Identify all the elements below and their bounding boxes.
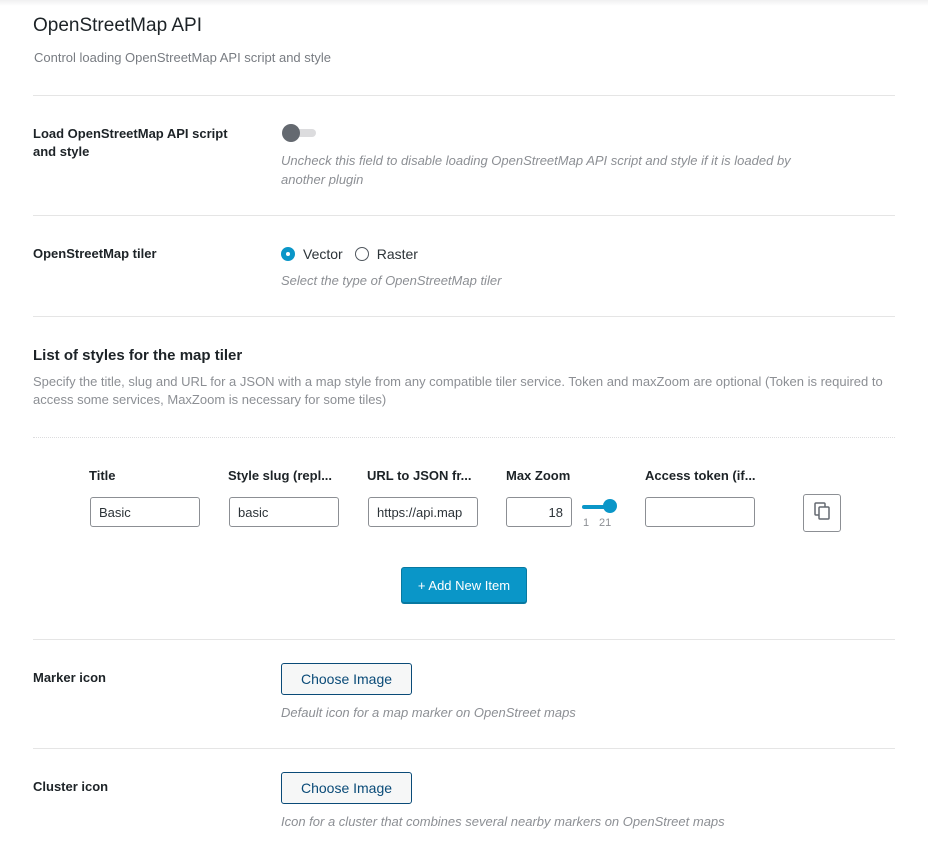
divider <box>33 639 895 640</box>
marker-icon-label: Marker icon <box>33 670 106 685</box>
access-token-input[interactable] <box>645 497 755 527</box>
max-zoom-input[interactable] <box>506 497 572 527</box>
divider <box>33 316 895 317</box>
radio-raster-label[interactable]: Raster <box>377 246 418 262</box>
divider <box>33 95 895 96</box>
page-title: OpenStreetMap API <box>33 15 202 36</box>
styles-section-title: List of styles for the map tiler <box>33 347 243 364</box>
slider-thumb[interactable] <box>603 499 617 513</box>
tiler-label: OpenStreetMap tiler <box>33 246 157 261</box>
column-header-max-zoom: Max Zoom <box>506 468 571 483</box>
top-shadow <box>0 0 928 6</box>
marker-icon-help: Default icon for a map marker on OpenStr… <box>281 705 576 720</box>
column-header-url: URL to JSON fr... <box>367 468 472 483</box>
radio-vector-label[interactable]: Vector <box>303 246 343 262</box>
tiler-help: Select the type of OpenStreetMap tiler <box>281 273 502 288</box>
cluster-icon-help: Icon for a cluster that combines several… <box>281 814 725 829</box>
title-input[interactable] <box>90 497 200 527</box>
load-api-label: Load OpenStreetMap API script and style <box>33 126 228 159</box>
column-header-slug: Style slug (repl... <box>228 468 333 483</box>
add-new-item-button[interactable]: + Add New Item <box>401 567 527 603</box>
load-api-help: Uncheck this field to disable loading Op… <box>281 153 791 187</box>
radio-raster[interactable] <box>354 247 369 261</box>
copy-item-button[interactable] <box>803 494 841 532</box>
slider-min-label: 1 <box>583 517 590 529</box>
column-header-title: Title <box>89 468 116 483</box>
divider <box>33 215 895 216</box>
column-header-access-token: Access token (if... <box>645 468 756 483</box>
page-description: Control loading OpenStreetMap API script… <box>34 50 331 65</box>
divider <box>33 748 895 749</box>
slug-input[interactable] <box>229 497 339 527</box>
styles-section-description: Specify the title, slug and URL for a JS… <box>33 374 883 407</box>
cluster-choose-image-button[interactable]: Choose Image <box>281 772 412 804</box>
radio-vector[interactable] <box>281 247 295 261</box>
marker-choose-image-button[interactable]: Choose Image <box>281 663 412 695</box>
cluster-icon-label: Cluster icon <box>33 779 109 794</box>
slider-max-label: 21 <box>599 517 612 529</box>
tiler-radio-group: Vector Raster <box>281 246 430 262</box>
toggle-knob <box>282 124 300 142</box>
load-api-toggle[interactable] <box>282 124 316 142</box>
url-input[interactable] <box>368 497 478 527</box>
copy-icon <box>812 501 832 526</box>
dotted-divider <box>33 437 895 438</box>
